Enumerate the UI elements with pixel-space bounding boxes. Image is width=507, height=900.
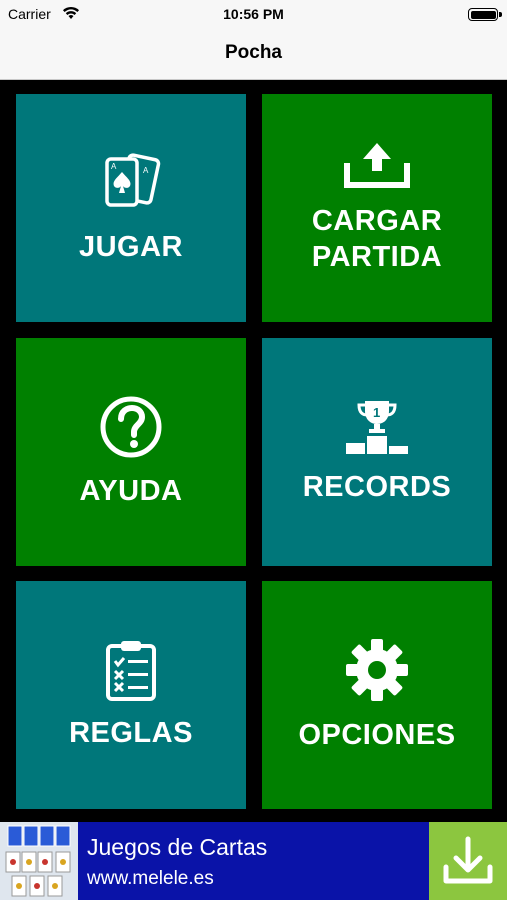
ad-banner[interactable]: Juegos de Cartas www.melele.es bbox=[0, 822, 507, 900]
ad-title: Juegos de Cartas bbox=[87, 834, 268, 860]
ad-url: www.melele.es bbox=[87, 868, 214, 889]
play-button[interactable]: A A JUGAR bbox=[16, 94, 246, 322]
load-game-label-line1: CARGAR bbox=[311, 205, 443, 237]
rules-label: REGLAS bbox=[69, 717, 193, 749]
trophy-podium-icon: 1 bbox=[346, 401, 408, 454]
navigation-bar: Pocha bbox=[0, 28, 507, 80]
help-button[interactable]: AYUDA bbox=[16, 338, 246, 566]
records-button[interactable]: 1 RECORDS bbox=[262, 338, 492, 566]
records-label: RECORDS bbox=[302, 471, 452, 503]
page-title: Pocha bbox=[224, 42, 283, 63]
clipboard-checklist-icon bbox=[106, 641, 156, 701]
battery-icon bbox=[468, 8, 502, 21]
load-game-button[interactable]: CARGAR PARTIDA bbox=[262, 94, 492, 322]
svg-text:1: 1 bbox=[373, 405, 380, 420]
status-bar: Carrier 10:56 PM bbox=[0, 0, 507, 28]
ad-download-button[interactable] bbox=[429, 822, 507, 900]
rules-button[interactable]: REGLAS bbox=[16, 581, 246, 809]
help-label: AYUDA bbox=[79, 475, 183, 507]
play-label: JUGAR bbox=[78, 231, 183, 263]
load-game-label-line2: PARTIDA bbox=[311, 241, 443, 273]
options-button[interactable]: OPCIONES bbox=[262, 581, 492, 809]
download-icon bbox=[443, 836, 493, 884]
card-game-thumbnail bbox=[0, 822, 78, 900]
upload-icon bbox=[344, 143, 410, 188]
clock: 10:56 PM bbox=[223, 6, 284, 22]
options-label: OPCIONES bbox=[298, 719, 456, 751]
playing-cards-icon: A A bbox=[105, 153, 161, 207]
svg-text:A: A bbox=[111, 162, 117, 171]
svg-text:A: A bbox=[143, 166, 149, 175]
question-circle-icon bbox=[100, 396, 162, 458]
gear-icon bbox=[346, 639, 408, 701]
